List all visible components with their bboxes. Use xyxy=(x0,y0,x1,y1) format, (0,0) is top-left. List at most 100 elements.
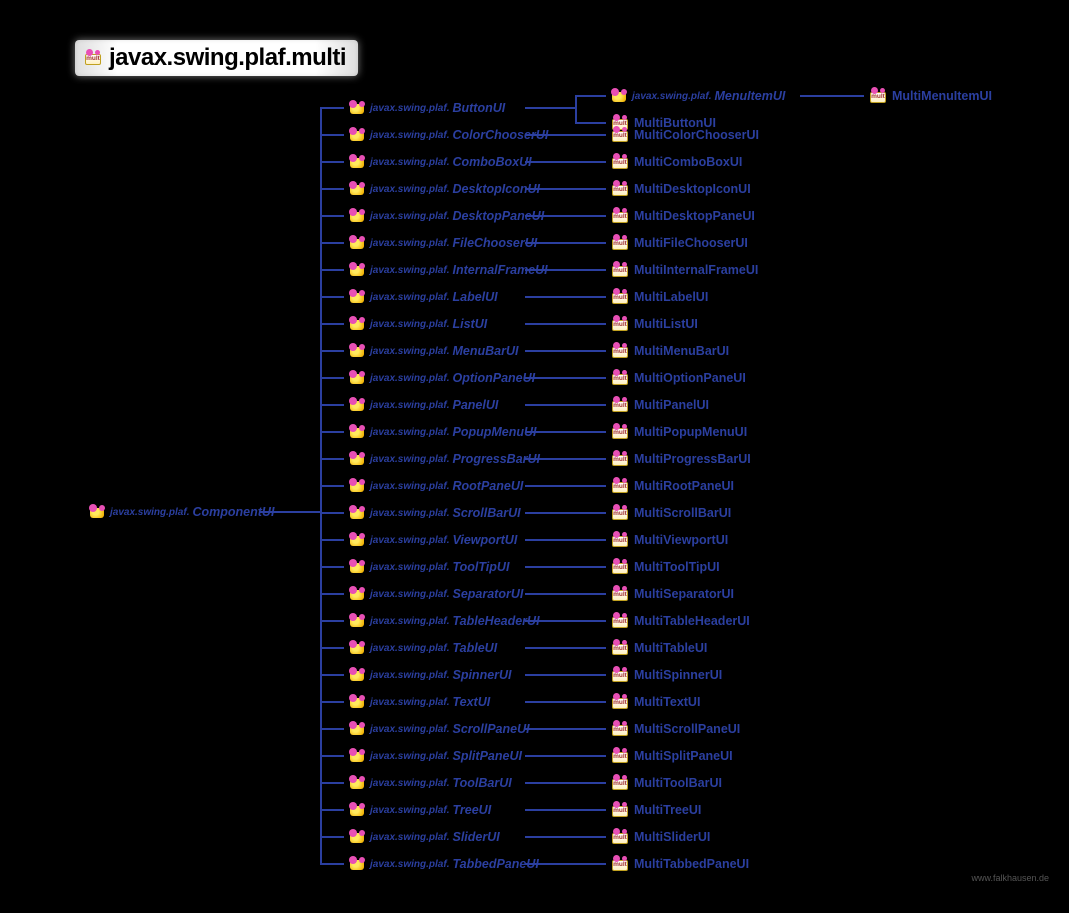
node-multi-progressbarui[interactable]: MultiProgressBarUI xyxy=(610,449,751,469)
node-plaf-toolbarui[interactable]: javax.swing.plaf.ToolBarUI xyxy=(348,773,512,793)
class-icon xyxy=(348,155,366,169)
node-plaf-desktopiconui[interactable]: javax.swing.plaf.DesktopIconUI xyxy=(348,179,540,199)
connector-line xyxy=(320,323,344,325)
node-plaf-sliderui[interactable]: javax.swing.plaf.SliderUI xyxy=(348,827,500,847)
node-multi-tabbedpaneui[interactable]: MultiTabbedPaneUI xyxy=(610,854,749,874)
node-plaf-optionpaneui[interactable]: javax.swing.plaf.OptionPaneUI xyxy=(348,368,535,388)
node-multi-colorchooserui[interactable]: MultiColorChooserUI xyxy=(610,125,759,145)
node-componentui[interactable]: javax.swing.plaf.ComponentUI xyxy=(88,502,274,522)
multi-class-icon xyxy=(610,613,630,629)
connector-line xyxy=(525,296,606,298)
node-multi-toolbarui[interactable]: MultiToolBarUI xyxy=(610,773,722,793)
class-name: MultiTableHeaderUI xyxy=(634,614,750,628)
multi-class-icon xyxy=(610,208,630,224)
node-plaf-panelui[interactable]: javax.swing.plaf.PanelUI xyxy=(348,395,498,415)
node-multi-tableui[interactable]: MultiTableUI xyxy=(610,638,707,658)
node-plaf-scrollbarui[interactable]: javax.swing.plaf.ScrollBarUI xyxy=(348,503,521,523)
node-plaf-menubarui[interactable]: javax.swing.plaf.MenuBarUI xyxy=(348,341,518,361)
node-plaf-listui[interactable]: javax.swing.plaf.ListUI xyxy=(348,314,487,334)
node-plaf-internalframeui[interactable]: javax.swing.plaf.InternalFrameUI xyxy=(348,260,548,280)
connector-line xyxy=(525,809,606,811)
connector-line xyxy=(525,188,606,190)
node-multi-menubarui[interactable]: MultiMenuBarUI xyxy=(610,341,729,361)
node-multi-spinnerui[interactable]: MultiSpinnerUI xyxy=(610,665,722,685)
connector-line xyxy=(525,242,606,244)
node-plaf-separatorui[interactable]: javax.swing.plaf.SeparatorUI xyxy=(348,584,523,604)
multi-class-icon xyxy=(610,235,630,251)
multi-class-icon xyxy=(610,532,630,548)
node-multi-desktopiconui[interactable]: MultiDesktopIconUI xyxy=(610,179,751,199)
package-prefix: javax.swing.plaf. xyxy=(370,508,449,519)
node-multi-treeui[interactable]: MultiTreeUI xyxy=(610,800,701,820)
connector-line xyxy=(525,863,606,865)
node-plaf-scrollpaneui[interactable]: javax.swing.plaf.ScrollPaneUI xyxy=(348,719,530,739)
class-icon xyxy=(348,479,366,493)
node-multi-comboboxui[interactable]: MultiComboBoxUI xyxy=(610,152,742,172)
node-multi-desktoppaneui[interactable]: MultiDesktopPaneUI xyxy=(610,206,755,226)
node-plaf-textui[interactable]: javax.swing.plaf.TextUI xyxy=(348,692,490,712)
connector-line xyxy=(525,431,606,433)
node-multi-menuitemui[interactable]: MultiMenuItemUI xyxy=(868,86,992,106)
package-prefix: javax.swing.plaf. xyxy=(632,91,711,102)
node-plaf-colorchooserui[interactable]: javax.swing.plaf.ColorChooserUI xyxy=(348,125,548,145)
node-multi-separatorui[interactable]: MultiSeparatorUI xyxy=(610,584,734,604)
node-multi-popupmenuui[interactable]: MultiPopupMenuUI xyxy=(610,422,747,442)
node-multi-optionpaneui[interactable]: MultiOptionPaneUI xyxy=(610,368,746,388)
node-plaf-spinnerui[interactable]: javax.swing.plaf.SpinnerUI xyxy=(348,665,512,685)
connector-line xyxy=(320,566,344,568)
class-name: SpinnerUI xyxy=(452,668,511,682)
node-plaf-rootpaneui[interactable]: javax.swing.plaf.RootPaneUI xyxy=(348,476,523,496)
class-name: MultiToolTipUI xyxy=(634,560,720,574)
multi-class-icon xyxy=(610,829,630,845)
node-plaf-menuitemui[interactable]: javax.swing.plaf.MenuItemUI xyxy=(610,86,785,106)
node-plaf-desktoppaneui[interactable]: javax.swing.plaf.DesktopPaneUI xyxy=(348,206,544,226)
node-plaf-tooltipui[interactable]: javax.swing.plaf.ToolTipUI xyxy=(348,557,509,577)
connector-line xyxy=(800,95,864,97)
node-plaf-tabbedpaneui[interactable]: javax.swing.plaf.TabbedPaneUI xyxy=(348,854,539,874)
multi-class-icon xyxy=(610,775,630,791)
connector-line xyxy=(320,215,344,217)
connector-line xyxy=(525,134,606,136)
node-plaf-progressbarui[interactable]: javax.swing.plaf.ProgressBarUI xyxy=(348,449,540,469)
node-plaf-buttonui[interactable]: javax.swing.plaf.ButtonUI xyxy=(348,98,505,118)
class-name: MultiOptionPaneUI xyxy=(634,371,746,385)
class-name: MultiPanelUI xyxy=(634,398,709,412)
package-prefix: javax.swing.plaf. xyxy=(370,427,449,438)
node-multi-tableheaderui[interactable]: MultiTableHeaderUI xyxy=(610,611,750,631)
node-plaf-splitpaneui[interactable]: javax.swing.plaf.SplitPaneUI xyxy=(348,746,522,766)
node-multi-scrollbarui[interactable]: MultiScrollBarUI xyxy=(610,503,731,523)
node-plaf-treeui[interactable]: javax.swing.plaf.TreeUI xyxy=(348,800,491,820)
class-name: MultiInternalFrameUI xyxy=(634,263,758,277)
connector-line xyxy=(320,701,344,703)
node-multi-splitpaneui[interactable]: MultiSplitPaneUI xyxy=(610,746,733,766)
node-plaf-comboboxui[interactable]: javax.swing.plaf.ComboBoxUI xyxy=(348,152,532,172)
node-multi-viewportui[interactable]: MultiViewportUI xyxy=(610,530,728,550)
node-plaf-tableui[interactable]: javax.swing.plaf.TableUI xyxy=(348,638,497,658)
node-multi-internalframeui[interactable]: MultiInternalFrameUI xyxy=(610,260,758,280)
node-plaf-viewportui[interactable]: javax.swing.plaf.ViewportUI xyxy=(348,530,517,550)
node-multi-listui[interactable]: MultiListUI xyxy=(610,314,698,334)
connector-line xyxy=(525,728,606,730)
node-plaf-filechooserui[interactable]: javax.swing.plaf.FileChooserUI xyxy=(348,233,537,253)
connector-line xyxy=(320,242,344,244)
node-plaf-popupmenuui[interactable]: javax.swing.plaf.PopupMenuUI xyxy=(348,422,537,442)
node-multi-panelui[interactable]: MultiPanelUI xyxy=(610,395,709,415)
node-plaf-tableheaderui[interactable]: javax.swing.plaf.TableHeaderUI xyxy=(348,611,540,631)
class-name: ButtonUI xyxy=(452,101,505,115)
connector-line xyxy=(320,755,344,757)
node-multi-sliderui[interactable]: MultiSliderUI xyxy=(610,827,710,847)
class-name: PopupMenuUI xyxy=(452,425,536,439)
package-prefix: javax.swing.plaf. xyxy=(370,616,449,627)
package-prefix: javax.swing.plaf. xyxy=(370,346,449,357)
node-plaf-labelui[interactable]: javax.swing.plaf.LabelUI xyxy=(348,287,498,307)
node-multi-scrollpaneui[interactable]: MultiScrollPaneUI xyxy=(610,719,740,739)
class-name: MultiSeparatorUI xyxy=(634,587,734,601)
connector-line xyxy=(525,161,606,163)
node-multi-filechooserui[interactable]: MultiFileChooserUI xyxy=(610,233,748,253)
node-multi-textui[interactable]: MultiTextUI xyxy=(610,692,700,712)
class-name: LabelUI xyxy=(452,290,497,304)
node-multi-labelui[interactable]: MultiLabelUI xyxy=(610,287,708,307)
class-icon xyxy=(610,89,628,103)
node-multi-rootpaneui[interactable]: MultiRootPaneUI xyxy=(610,476,734,496)
node-multi-tooltipui[interactable]: MultiToolTipUI xyxy=(610,557,720,577)
